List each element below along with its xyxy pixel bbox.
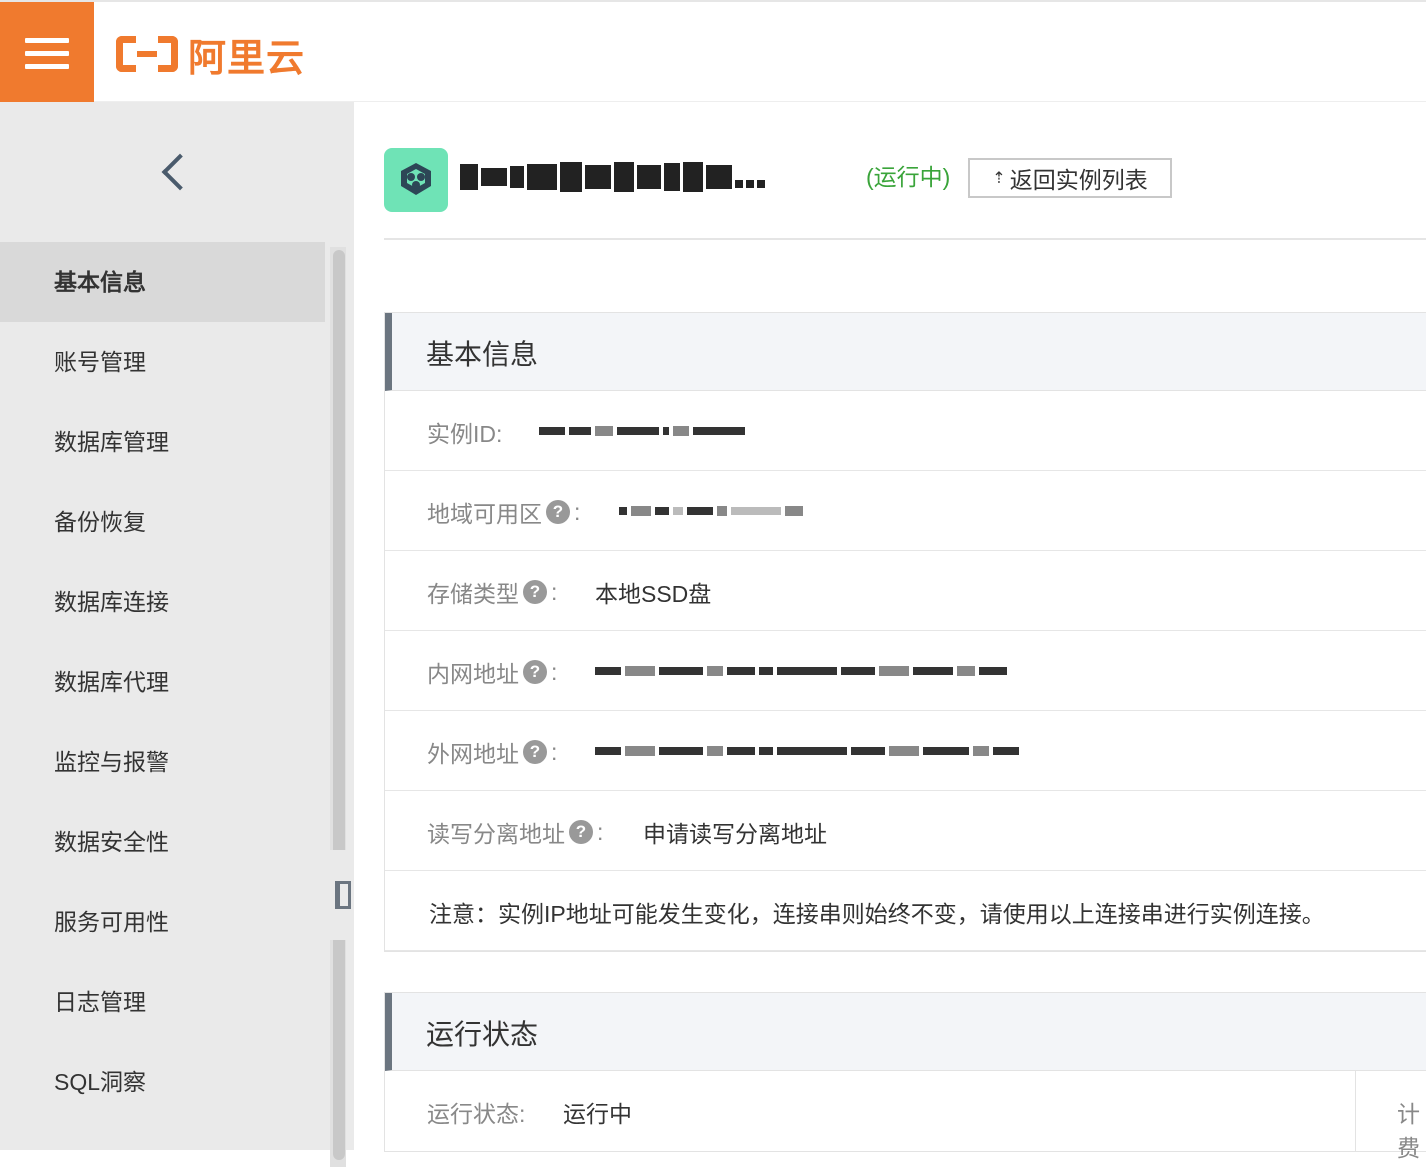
storage-label-group: 存储类型 ? :	[427, 575, 557, 609]
sidebar-item-accounts[interactable]: 账号管理	[0, 322, 325, 402]
sidebar-item-basic-info[interactable]: 基本信息	[0, 242, 325, 322]
logo-text: 阿里云	[188, 37, 306, 80]
run-state-header: 运行状态	[385, 993, 1426, 1071]
aliyun-logo[interactable]: 阿里云	[116, 30, 305, 80]
basic-info-header: 基本信息	[385, 313, 1426, 391]
instance-name-redacted	[460, 152, 826, 202]
back-to-list-button[interactable]: ⇡ 返回实例列表	[968, 158, 1172, 198]
sidebar-menu: 基本信息 账号管理 数据库管理 备份恢复 数据库连接 数据库代理 监控与报警 数…	[0, 242, 325, 1122]
next-column-label: 计费	[1397, 1101, 1420, 1161]
rw-colon: :	[597, 818, 604, 845]
instance-id-label: 实例ID:	[427, 421, 503, 447]
run-state-panel: 运行状态 运行状态: 运行中 计费	[384, 992, 1426, 1161]
rds-instance-icon	[384, 148, 448, 212]
apply-rw-address-link[interactable]: 申请读写分离地址	[643, 815, 827, 849]
notice-row: 注意：实例IP地址可能发生变化，连接串则始终不变，请使用以上连接串进行实例连接。	[385, 871, 1426, 951]
main-content: (运行中) ⇡ 返回实例列表 基本信息 实例ID: 地域可用区 ? : 存储类型…	[354, 102, 1426, 1161]
collapse-sidebar-icon[interactable]	[330, 850, 356, 940]
internet-label: 外网地址	[427, 741, 519, 767]
help-icon[interactable]: ?	[523, 740, 547, 764]
storage-colon: :	[551, 578, 558, 605]
column-divider	[1355, 1071, 1356, 1151]
run-state-value: 运行中	[563, 1101, 632, 1127]
sidebar-item-backup[interactable]: 备份恢复	[0, 482, 325, 562]
region-colon: :	[574, 498, 581, 525]
storage-label: 存储类型	[427, 581, 519, 607]
instance-header: (运行中) ⇡ 返回实例列表	[384, 146, 1426, 240]
instance-status-inline: (运行中)	[866, 164, 951, 190]
region-label: 地域可用区	[427, 501, 542, 527]
sidebar-item-logs[interactable]: 日志管理	[0, 962, 325, 1042]
instance-id-row: 实例ID:	[385, 391, 1426, 471]
menu-icon[interactable]	[0, 2, 94, 104]
storage-type-row: 存储类型 ? : 本地SSD盘	[385, 551, 1426, 631]
internet-address-redacted	[595, 741, 1019, 761]
rw-label-group: 读写分离地址 ? :	[427, 815, 603, 849]
sidebar-item-security[interactable]: 数据安全性	[0, 802, 325, 882]
help-icon[interactable]: ?	[523, 660, 547, 684]
intranet-address-redacted	[595, 661, 1007, 681]
region-value-redacted	[619, 501, 803, 521]
rw-split-row: 读写分离地址 ? : 申请读写分离地址	[385, 791, 1426, 871]
region-label-group: 地域可用区 ? :	[427, 495, 580, 529]
rw-label: 读写分离地址	[427, 821, 565, 847]
internet-address-row: 外网地址 ? :	[385, 711, 1426, 791]
sidebar-scrollbar-thumb[interactable]	[333, 250, 345, 1160]
help-icon[interactable]: ?	[546, 500, 570, 524]
storage-type-value: 本地SSD盘	[595, 581, 712, 607]
region-row: 地域可用区 ? :	[385, 471, 1426, 551]
instance-id-value-redacted	[539, 421, 745, 441]
sidebar-item-connection[interactable]: 数据库连接	[0, 562, 325, 642]
sidebar-item-databases[interactable]: 数据库管理	[0, 402, 325, 482]
intranet-label-group: 内网地址 ? :	[427, 655, 557, 689]
back-to-list-label: 返回实例列表	[1009, 167, 1148, 193]
sidebar-item-monitoring[interactable]: 监控与报警	[0, 722, 325, 802]
sidebar-item-sql-insight[interactable]: SQL洞察	[0, 1042, 325, 1122]
sidebar-item-availability[interactable]: 服务可用性	[0, 882, 325, 962]
top-bar: 阿里云	[0, 0, 1426, 104]
internet-colon: :	[551, 738, 558, 765]
logo-mark-icon	[116, 34, 178, 74]
ip-change-notice: 注意：实例IP地址可能发生变化，连接串则始终不变，请使用以上连接串进行实例连接。	[429, 901, 1325, 927]
run-state-label: 运行状态:	[427, 1101, 526, 1127]
intranet-label: 内网地址	[427, 661, 519, 687]
back-chevron-icon[interactable]	[150, 142, 200, 202]
sidebar: 基本信息 账号管理 数据库管理 备份恢复 数据库连接 数据库代理 监控与报警 数…	[0, 102, 356, 1167]
basic-info-panel: 基本信息 实例ID: 地域可用区 ? : 存储类型 ? : 本地SSD盘 内网地…	[384, 312, 1426, 952]
sidebar-item-proxy[interactable]: 数据库代理	[0, 642, 325, 722]
run-state-title: 运行状态	[426, 1019, 539, 1050]
run-state-row: 运行状态: 运行中 计费	[385, 1071, 1426, 1161]
return-arrow-icon: ⇡	[992, 170, 1006, 187]
help-icon[interactable]: ?	[569, 820, 593, 844]
internet-label-group: 外网地址 ? :	[427, 735, 557, 769]
intranet-address-row: 内网地址 ? :	[385, 631, 1426, 711]
intranet-colon: :	[551, 658, 558, 685]
help-icon[interactable]: ?	[523, 580, 547, 604]
basic-info-title: 基本信息	[426, 339, 539, 370]
